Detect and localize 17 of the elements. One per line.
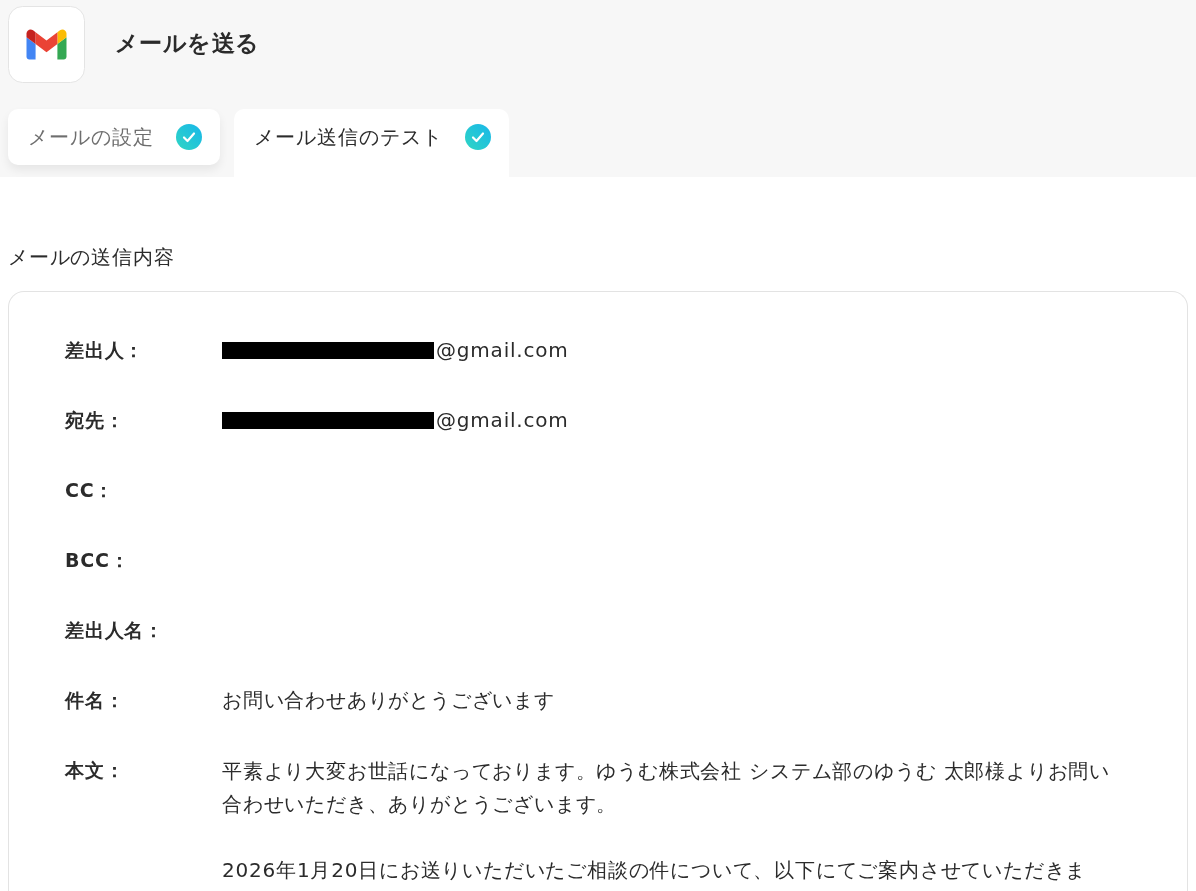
m-logo-icon <box>8 6 85 83</box>
field-value: お問い合わせありがとうございます <box>222 687 555 714</box>
field-label: 差出人名： <box>65 618 165 643</box>
field-label: CC： <box>65 478 116 503</box>
tab[interactable]: メールの設定 <box>8 109 220 165</box>
body-paragraph: 平素より大変お世話になっております。ゆうむ株式会社 システム部のゆうむ 太郎様よりお問い合わせいただき、ありがとうございます。 <box>222 758 1111 818</box>
tab[interactable]: メール送信のテスト <box>234 109 509 177</box>
section-title: メールの送信内容 <box>8 244 176 271</box>
page-title: メールを送る <box>115 28 260 58</box>
field-value: @gmail.com <box>436 407 569 434</box>
field-label: 本文： <box>65 758 126 783</box>
field-label: 差出人： <box>65 338 146 363</box>
field-value: @gmail.com <box>436 337 569 364</box>
body-paragraph: 2026年1月20日にお送りいただいたご相談の件について、以下にてご案内させていただきま <box>222 857 1088 884</box>
field-label: 宛先： <box>65 408 126 433</box>
field-label: 件名： <box>65 688 126 713</box>
field-label: BCC： <box>65 548 131 573</box>
